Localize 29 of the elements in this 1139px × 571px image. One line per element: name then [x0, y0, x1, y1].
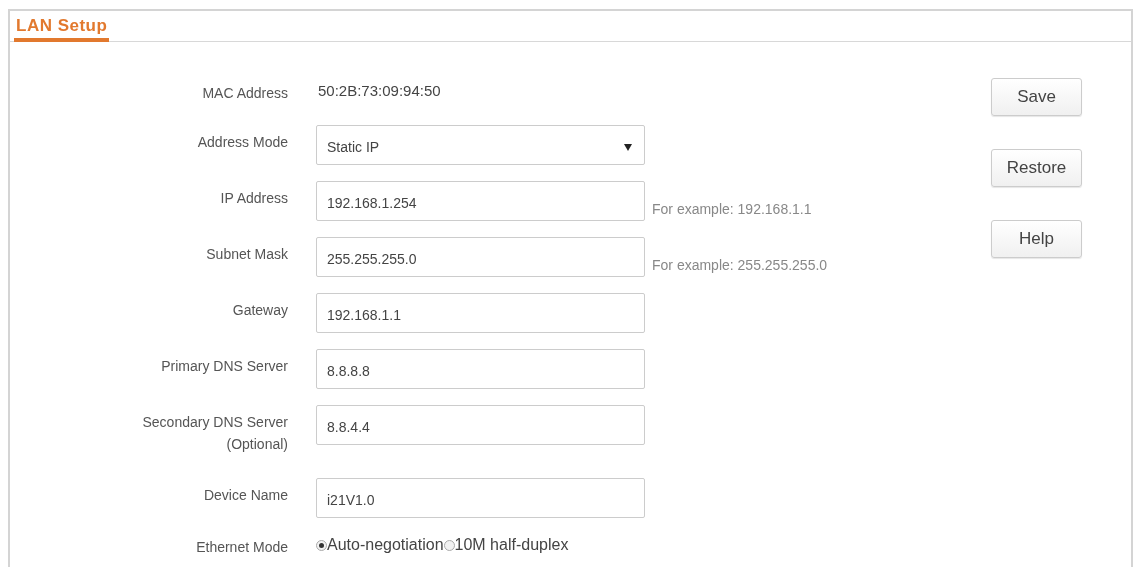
field-label: Secondary DNS Server [142, 413, 288, 432]
radio-button[interactable] [443, 539, 455, 551]
dropdown-caret-icon [624, 143, 632, 151]
action-button[interactable]: Save [991, 78, 1082, 116]
text-field[interactable]: 8.8.4.4 [316, 405, 645, 445]
field-hint: For example: 255.255.255.0 [652, 257, 828, 275]
radio-label[interactable]: 10M half-duplex [454, 536, 569, 554]
field-label: IP Address [220, 189, 288, 208]
panel-title: LAN Setup [14, 16, 110, 42]
action-button[interactable]: Help [991, 220, 1082, 258]
field-label: MAC Address [202, 84, 288, 103]
field-label: Device Name [203, 486, 288, 505]
action-button[interactable]: Restore [991, 149, 1082, 187]
field-label: Subnet Mask [206, 245, 288, 264]
text-field[interactable]: i21V1.0 [316, 478, 645, 518]
field-hint: For example: 192.168.1.1 [652, 201, 812, 219]
field-label: Primary DNS Server [161, 357, 288, 376]
address-mode-select[interactable]: Static IP [316, 125, 645, 165]
field-label-note: (Optional) [226, 435, 288, 454]
mac-address-value: 50:2B:73:09:94:50 [317, 81, 441, 99]
field-label: Address Mode [197, 133, 288, 152]
text-field[interactable]: 8.8.8.8 [316, 349, 645, 389]
text-field[interactable]: 192.168.1.254 [316, 181, 645, 221]
text-field[interactable]: 192.168.1.1 [316, 293, 645, 333]
field-label: Gateway [232, 301, 288, 320]
radio-button[interactable] [316, 539, 327, 551]
field-label: Ethernet Mode [196, 538, 288, 557]
radio-label[interactable]: Auto-negotiation [327, 536, 444, 554]
text-field[interactable]: 255.255.255.0 [316, 237, 645, 277]
